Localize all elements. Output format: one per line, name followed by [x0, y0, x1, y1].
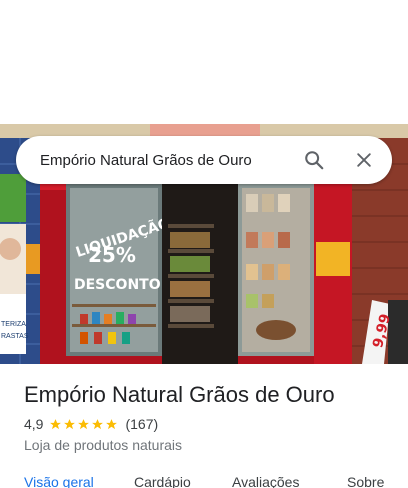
star-icon	[92, 418, 104, 429]
place-tabs: Visão geral Cardápio Avaliações Sobre	[0, 474, 408, 488]
search-bar[interactable]: Empório Natural Grãos de Ouro	[16, 136, 392, 184]
star-icon	[50, 418, 62, 429]
tab-cardapio[interactable]: Cardápio	[134, 474, 191, 488]
review-count[interactable]: (167)	[125, 416, 158, 432]
close-icon[interactable]	[352, 148, 376, 172]
window-text-3: DESCONTO	[74, 277, 161, 293]
window-text-2: 25%	[88, 243, 136, 267]
place-category: Loja de produtos naturais	[24, 437, 182, 453]
star-icon	[78, 418, 90, 429]
rating-stars	[49, 418, 119, 431]
side-text-2: RASTAS	[1, 333, 29, 340]
rating-row[interactable]: 4,9 (167)	[24, 416, 158, 432]
tab-visao-geral[interactable]: Visão geral	[24, 474, 94, 488]
rating-value: 4,9	[24, 416, 44, 432]
star-icon	[64, 418, 76, 429]
tab-sobre[interactable]: Sobre	[347, 474, 384, 488]
place-title: Empório Natural Grãos de Ouro	[24, 382, 335, 407]
tab-avaliacoes[interactable]: Avaliações	[232, 474, 299, 488]
search-input[interactable]: Empório Natural Grãos de Ouro	[40, 152, 302, 169]
search-icon[interactable]	[302, 148, 326, 172]
star-icon	[106, 418, 118, 429]
place-page: TERIZA RASTAS LIQUIDAÇÃO 25% DESCONTO 9,…	[0, 0, 408, 488]
side-text-1: TERIZA	[1, 321, 26, 328]
